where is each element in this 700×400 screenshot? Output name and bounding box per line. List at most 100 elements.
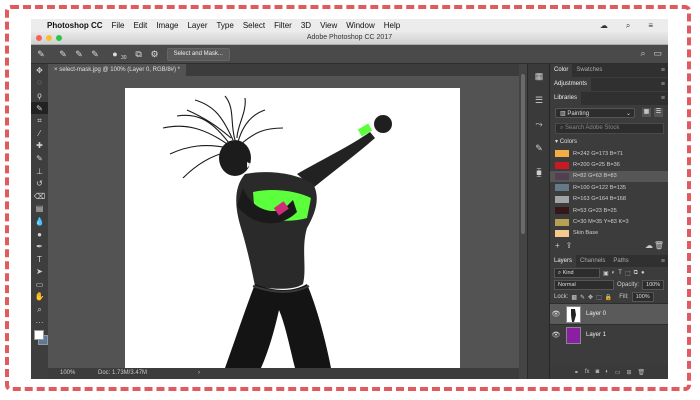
pen-tool-icon[interactable]: ✒ (31, 240, 48, 253)
library-color-item[interactable]: R=242 G=173 B=71 (550, 148, 668, 159)
lock-image-icon[interactable]: ✎ (580, 294, 585, 301)
minimize-window-button[interactable] (46, 35, 52, 41)
lock-transparent-icon[interactable]: ▩ (571, 294, 577, 301)
smart-object-filter-icon[interactable]: ⧉ (634, 270, 638, 277)
color-swatches[interactable] (31, 328, 48, 348)
hand-tool-icon[interactable]: ✋ (31, 291, 48, 304)
doc-size-info[interactable]: Doc: 1.73M/3.47M (98, 368, 147, 379)
pixel-filter-icon[interactable]: ▣ (603, 270, 609, 277)
spotlight-search-icon[interactable]: ⌕ (626, 21, 630, 31)
clone-stamp-tool-icon[interactable]: ⊥ (31, 165, 48, 178)
menu-select[interactable]: Select (243, 21, 265, 30)
zoom-window-button[interactable] (56, 35, 62, 41)
new-group-icon[interactable]: ▭ (615, 369, 621, 376)
type-filter-icon[interactable]: T (618, 270, 622, 276)
library-color-item[interactable]: R=100 G=122 B=135 (550, 182, 668, 193)
rectangle-tool-icon[interactable]: ▭ (31, 278, 48, 291)
color-panel-menu-icon[interactable]: ≡ (661, 64, 665, 77)
history-brush-tool-icon[interactable]: ↺ (31, 177, 48, 190)
cc-sync-icon[interactable]: ☁ (645, 241, 653, 250)
select-and-mask-button[interactable]: Select and Mask... (166, 47, 230, 61)
menu-file[interactable]: File (112, 21, 125, 30)
tab-paths[interactable]: Paths (609, 255, 632, 268)
trash-icon[interactable]: 🗑 (654, 241, 664, 250)
canvas-vertical-scrollbar[interactable] (519, 64, 527, 379)
menu-window[interactable]: Window (346, 21, 374, 30)
zoom-tool-icon[interactable]: ⌕ (31, 303, 48, 316)
library-color-item[interactable]: R=82 G=63 B=83 (550, 170, 668, 183)
close-window-button[interactable] (36, 35, 42, 41)
creative-cloud-icon[interactable]: ☁ (600, 21, 608, 30)
adjustments-panel-menu-icon[interactable]: ≡ (661, 78, 665, 91)
tool-preset-brush-icon[interactable]: ✎ (35, 48, 47, 60)
blur-tool-icon[interactable]: 💧 (31, 215, 48, 228)
adjustment-layer-icon[interactable]: ◐ (605, 369, 609, 375)
add-content-icon[interactable]: + (555, 241, 560, 250)
dodge-tool-icon[interactable]: ● (31, 228, 48, 241)
fill-input[interactable]: 100% (631, 292, 654, 303)
library-select[interactable]: ▥ Painting ⌄ (555, 108, 635, 118)
quick-selection-tool-icon[interactable]: ✎ (31, 101, 48, 115)
tab-color[interactable]: Color (550, 64, 573, 77)
opacity-input[interactable]: 100% (642, 280, 665, 291)
library-color-item[interactable]: C=30 M=35 Y=83 K=3 (550, 216, 668, 227)
tab-swatches[interactable]: Swatches (572, 64, 606, 77)
layer-row-0[interactable]: 👁 Layer 0 (550, 303, 668, 325)
search-icon[interactable]: ⌕ (640, 48, 645, 59)
delete-layer-icon[interactable]: 🗑 (638, 369, 646, 376)
blend-mode-select[interactable]: Normal (554, 280, 614, 291)
menu-filter[interactable]: Filter (274, 21, 292, 30)
path-selection-tool-icon[interactable]: ➤ (31, 266, 48, 279)
gradient-tool-icon[interactable]: ▤ (31, 203, 48, 216)
menu-layer[interactable]: Layer (187, 21, 207, 30)
tab-libraries[interactable]: Libraries (550, 92, 582, 105)
grid-view-icon[interactable]: ▦ (642, 108, 651, 117)
status-arrow-icon[interactable]: › (198, 368, 200, 379)
brush-tool-icon[interactable]: ✎ (31, 152, 48, 165)
scrollbar-thumb[interactable] (521, 74, 525, 234)
notification-center-icon[interactable]: ≡ (648, 21, 653, 30)
tab-layers[interactable]: Layers (550, 254, 577, 268)
layer-0-name[interactable]: Layer 0 (586, 311, 606, 317)
visibility-eye-icon[interactable]: 👁 (550, 310, 562, 318)
marquee-tool-icon[interactable]: ◌ (31, 77, 48, 90)
type-tool-icon[interactable]: T (31, 253, 48, 266)
history-panel-icon[interactable]: ▦ (528, 64, 550, 88)
subtract-from-selection-icon[interactable]: ✎ (89, 48, 101, 60)
zoom-level[interactable]: 100% (60, 368, 75, 379)
kind-filter-select[interactable]: ⌕ Kind (554, 268, 600, 279)
filter-toggle-icon[interactable]: ● (641, 270, 645, 276)
auto-enhance-icon[interactable]: ⚙ (149, 48, 161, 60)
new-layer-icon[interactable]: ⊞ (626, 369, 631, 376)
paths-panel-icon[interactable]: ⤳ (528, 112, 550, 136)
tab-channels[interactable]: Channels (576, 255, 609, 268)
menu-edit[interactable]: Edit (133, 21, 147, 30)
workspace-switcher-icon[interactable]: ▭ (653, 48, 662, 59)
new-selection-icon[interactable]: ✎ (57, 48, 69, 60)
eyedropper-tool-icon[interactable]: ⁄ (31, 127, 48, 140)
image-canvas[interactable] (125, 88, 460, 368)
more-tools-icon[interactable]: ··· (31, 316, 48, 329)
crop-tool-icon[interactable]: ⌗ (31, 114, 48, 127)
layer-row-1[interactable]: 👁 Layer 1 (550, 324, 668, 345)
menu-image[interactable]: Image (156, 21, 178, 30)
brush-size-icon[interactable]: ● (109, 48, 121, 60)
libraries-panel-menu-icon[interactable]: ≡ (661, 92, 665, 105)
menu-help[interactable]: Help (384, 21, 400, 30)
add-mask-icon[interactable]: ◙ (596, 369, 600, 375)
menu-app-name[interactable]: Photoshop CC (47, 21, 103, 30)
lock-position-icon[interactable]: ✥ (588, 294, 593, 301)
adjustment-filter-icon[interactable]: ◐ (612, 270, 616, 276)
menu-view[interactable]: View (320, 21, 337, 30)
foreground-color-swatch[interactable] (34, 330, 44, 341)
adjust-panel-icon[interactable]: ⧯ (528, 160, 550, 184)
document-tab[interactable]: × select-mask.jpg @ 100% (Layer 0, RGB/8… (48, 64, 186, 76)
shape-filter-icon[interactable]: ⬚ (625, 270, 631, 277)
library-color-item[interactable]: R=200 G=25 B=36 (550, 159, 668, 170)
upload-icon[interactable]: ⇪ (566, 241, 573, 250)
tab-adjustments[interactable]: Adjustments (550, 78, 592, 91)
close-tab-icon[interactable]: × (54, 67, 58, 73)
library-color-item[interactable]: R=163 G=164 B=168 (550, 194, 668, 205)
layer-style-icon[interactable]: fx (585, 369, 590, 375)
library-color-item[interactable]: Skin Base (550, 228, 668, 239)
